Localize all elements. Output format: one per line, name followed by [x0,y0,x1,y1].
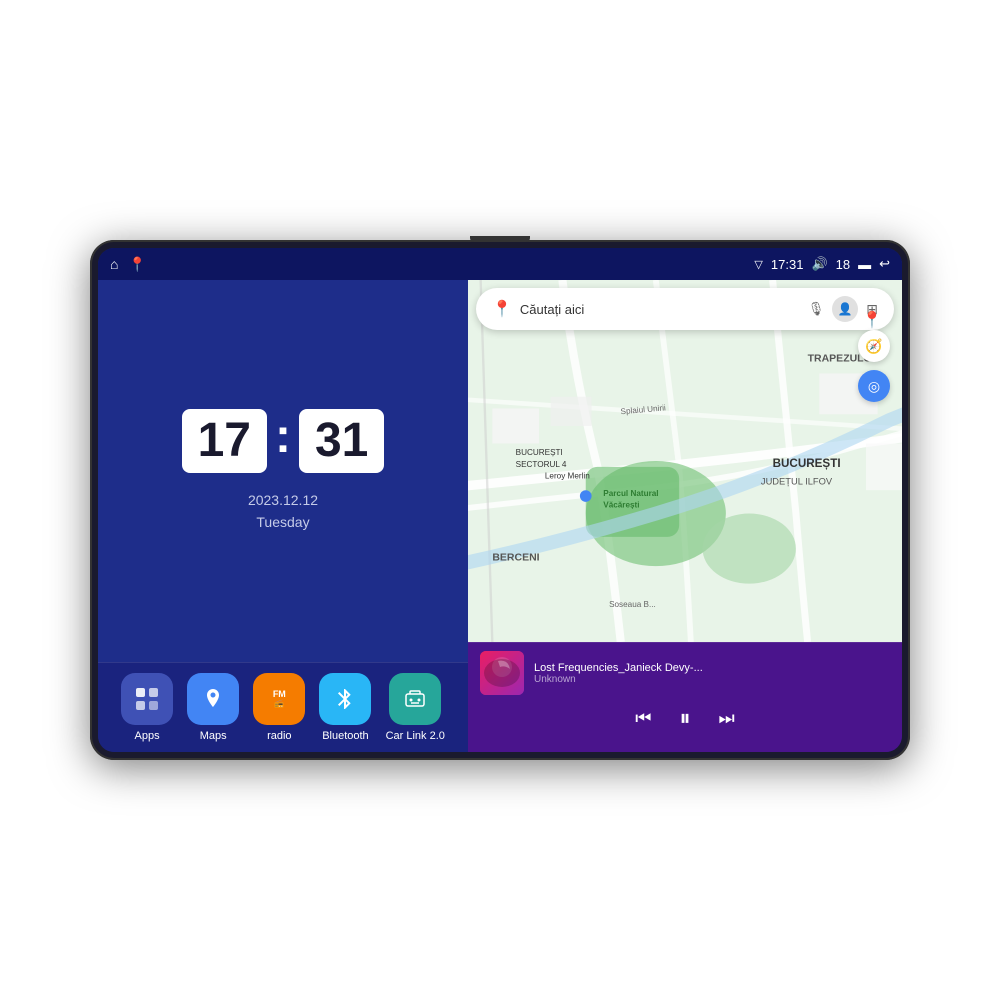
gps-icon: ▽ [754,258,762,271]
map-location-button[interactable]: ◎ [858,370,890,402]
mic-icon[interactable]: 🎙 [808,301,825,317]
right-panel: TRAPEZULUI BUCUREȘTI JUDEȚUL ILFOV BERCE… [468,280,902,752]
music-thumbnail [480,651,524,695]
app-item-radio[interactable]: FM 📻 radio [253,673,305,742]
clock-day: Tuesday [248,511,318,533]
device-screen: ⌂ 📍 ▽ 17:31 🔊 18 ▬ ↩ 17 [98,248,902,752]
status-right-info: ▽ 17:31 🔊 18 ▬ ↩ [754,256,890,272]
svg-text:Văcărești: Văcărești [603,501,639,510]
clock-area: 17 : 31 2023.12.12 Tuesday [98,280,468,662]
svg-text:Leroy Merlin: Leroy Merlin [545,472,590,481]
location-pin-icon[interactable]: 📍 [128,256,145,273]
svg-text:Parcul Natural: Parcul Natural [603,489,658,498]
music-player: Lost Frequencies_Janieck Devy-... Unknow… [468,642,902,752]
music-controls: ⏮ ⏸ ⏭ [480,705,890,731]
app-icon-carlink [389,673,441,725]
app-label-apps: Apps [135,730,160,742]
app-icon-apps [121,673,173,725]
music-title: Lost Frequencies_Janieck Devy-... [534,662,890,674]
home-icon[interactable]: ⌂ [110,256,118,272]
apps-area: Apps Maps FM 📻 [98,662,468,752]
app-item-bluetooth[interactable]: Bluetooth [319,673,371,742]
app-label-carlink: Car Link 2.0 [386,730,445,742]
app-label-radio: radio [267,730,291,742]
svg-text:BUCUREȘTI: BUCUREȘTI [773,457,841,470]
app-item-apps[interactable]: Apps [121,673,173,742]
clock-date-value: 2023.12.12 [248,489,318,511]
left-panel: 17 : 31 2023.12.12 Tuesday [98,280,468,752]
map-container[interactable]: TRAPEZULUI BUCUREȘTI JUDEȚUL ILFOV BERCE… [468,280,902,642]
clock-date: 2023.12.12 Tuesday [248,489,318,534]
app-item-carlink[interactable]: Car Link 2.0 [386,673,445,742]
map-background: TRAPEZULUI BUCUREȘTI JUDEȚUL ILFOV BERCE… [468,280,902,642]
svg-text:BERCENI: BERCENI [492,551,539,563]
status-left-icons: ⌂ 📍 [110,256,146,273]
car-display-device: ⌂ 📍 ▽ 17:31 🔊 18 ▬ ↩ 17 [90,240,910,760]
device-camera [470,236,530,242]
clock-hours: 17 [198,414,251,467]
battery-icon: ▬ [858,257,871,272]
app-label-maps: Maps [200,730,227,742]
user-avatar[interactable]: 👤 [832,296,858,322]
volume-icon: 🔊 [811,256,827,272]
music-play-pause-button[interactable]: ⏸ [679,705,690,731]
app-icon-maps [187,673,239,725]
music-text: Lost Frequencies_Janieck Devy-... Unknow… [534,662,890,685]
map-compass[interactable]: 🧭 [858,330,890,362]
main-content: 17 : 31 2023.12.12 Tuesday [98,280,902,752]
svg-text:BUCUREȘTI: BUCUREȘTI [516,448,563,457]
clock-hours-block: 17 [182,409,267,473]
map-search-text[interactable]: Căutați aici [520,302,800,317]
app-label-bluetooth: Bluetooth [322,730,368,742]
battery-level: 18 [836,257,850,272]
svg-text:SECTORUL 4: SECTORUL 4 [516,460,567,469]
status-time: 17:31 [771,257,804,272]
back-icon[interactable]: ↩ [879,256,890,272]
svg-text:Soseaua B...: Soseaua B... [609,600,656,609]
svg-text:JUDEȚUL ILFOV: JUDEȚUL ILFOV [761,476,833,486]
music-prev-button[interactable]: ⏮ [635,708,651,729]
map-red-marker: 📍 [862,310,882,330]
music-artist: Unknown [534,674,890,685]
clock-colon: : [275,413,291,461]
app-item-maps[interactable]: Maps [187,673,239,742]
app-icon-bluetooth [319,673,371,725]
clock-minutes: 31 [315,414,368,467]
map-logo-icon: 📍 [492,299,512,319]
map-search-bar[interactable]: 📍 Căutați aici 🎙 👤 ⊞ [476,288,894,330]
app-icon-radio: FM 📻 [253,673,305,725]
clock-minutes-block: 31 [299,409,384,473]
status-bar: ⌂ 📍 ▽ 17:31 🔊 18 ▬ ↩ [98,248,902,280]
music-next-button[interactable]: ⏭ [719,708,735,729]
music-info: Lost Frequencies_Janieck Devy-... Unknow… [480,651,890,695]
clock-display: 17 : 31 [182,409,385,473]
